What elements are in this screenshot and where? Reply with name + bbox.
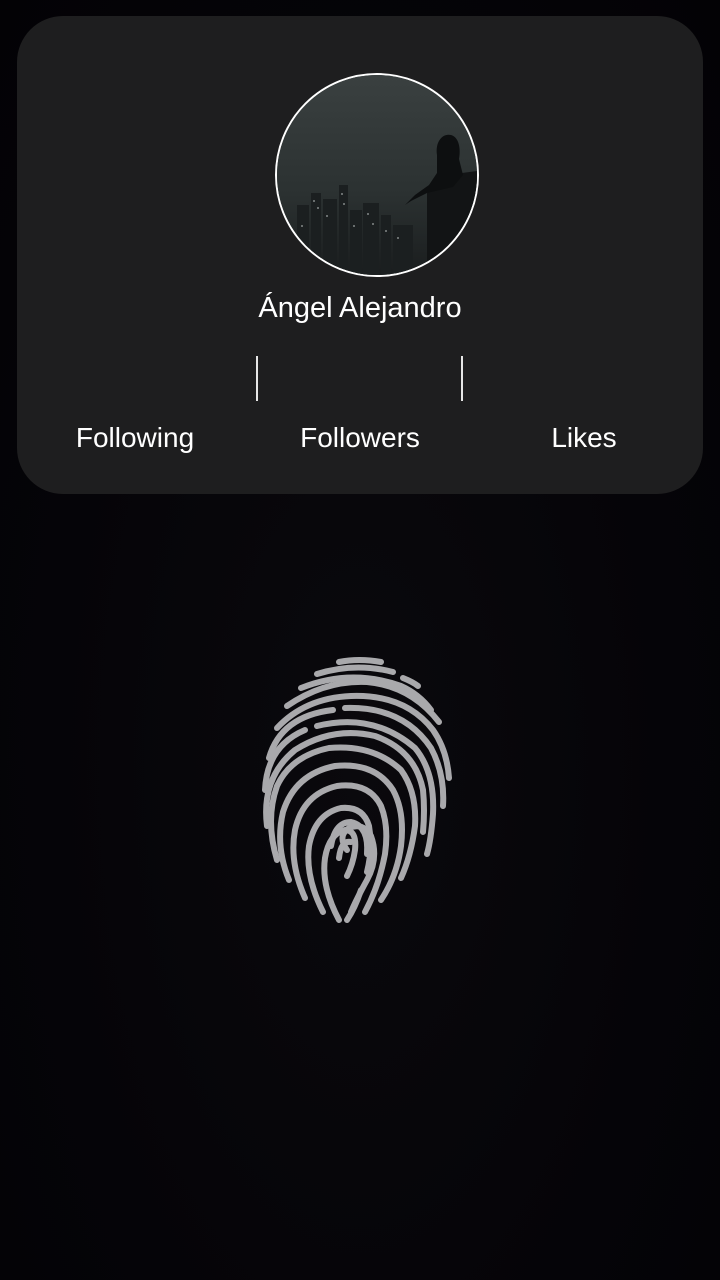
profile-card: Ángel Alejandro Following Followers Like…: [17, 16, 703, 494]
followers-stat[interactable]: Followers: [260, 418, 460, 458]
following-stat[interactable]: Following: [35, 418, 235, 458]
stat-divider: [256, 356, 258, 401]
stat-divider: [461, 356, 463, 401]
likes-stat[interactable]: Likes: [484, 418, 684, 458]
fingerprint-icon[interactable]: [255, 650, 465, 930]
avatar[interactable]: [275, 73, 479, 277]
profile-screen: Ángel Alejandro Following Followers Like…: [0, 0, 720, 1280]
display-name: Ángel Alejandro: [258, 292, 462, 324]
avatar-image: [277, 75, 477, 275]
